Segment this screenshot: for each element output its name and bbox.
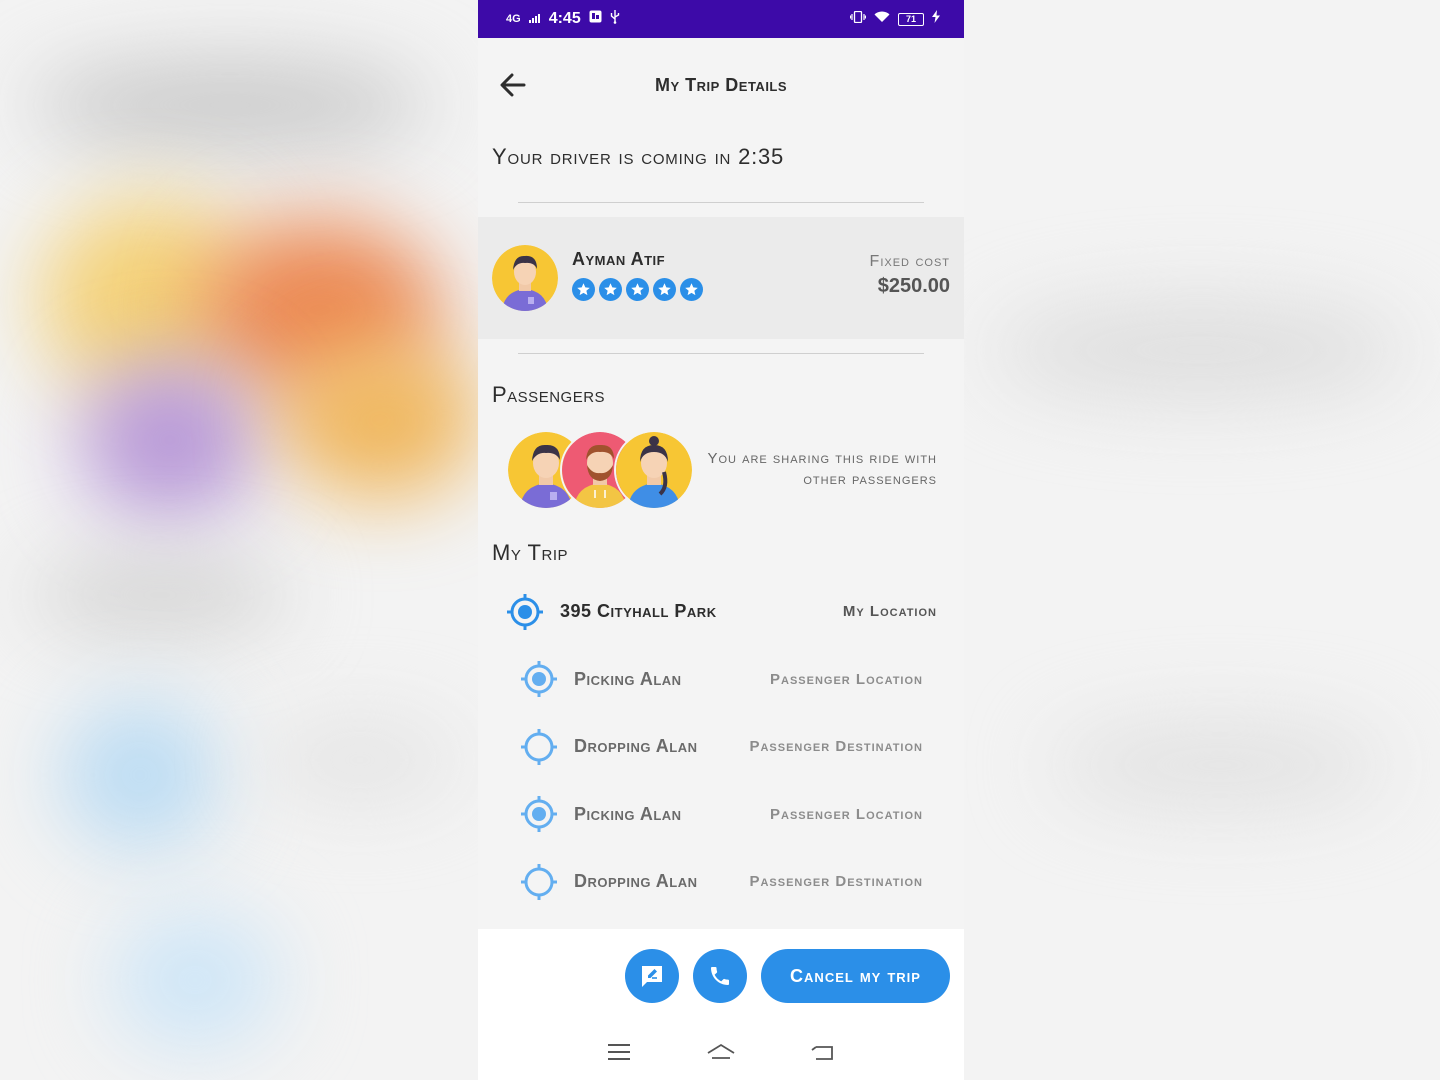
star-icon [599, 278, 622, 301]
passengers-title: Passengers [492, 382, 606, 407]
trip-stop-tag: Passenger Location [770, 805, 923, 823]
signal-icon [528, 10, 541, 28]
trip-stop-tag: My Location [842, 603, 937, 621]
location-target-empty-icon [521, 728, 557, 765]
charging-icon [932, 10, 940, 28]
divider [518, 353, 924, 354]
driver-rating [572, 278, 703, 301]
battery-level: 71 [905, 14, 916, 24]
phone-screen: 4G 4:45 71 My Trip Details Your driver i… [478, 0, 964, 1080]
battery-icon: 71 [898, 12, 924, 26]
trip-stop-tag: Passenger Location [770, 670, 923, 688]
menu-icon[interactable] [604, 1037, 634, 1067]
network-indicator: 4G [506, 13, 521, 25]
trip-stop-place: 395 Cityhall Park [560, 601, 717, 622]
notification-icon [589, 10, 602, 28]
star-icon [626, 278, 649, 301]
home-icon[interactable] [706, 1037, 736, 1067]
message-driver-button[interactable] [625, 949, 679, 1003]
list-item[interactable]: Dropping Alan Passenger Destination [478, 848, 964, 916]
trip-stop-place: Dropping Alan [574, 871, 698, 892]
star-icon [680, 278, 703, 301]
status-time: 4:45 [548, 10, 581, 27]
list-item[interactable]: Picking Alan Passenger Location [478, 781, 964, 849]
trip-stops-list: 395 Cityhall Park My Location Picking Al… [478, 578, 964, 916]
usb-icon [610, 9, 620, 29]
sharing-info-text: You are sharing this ride with other pas… [707, 450, 937, 488]
passengers-row: You are sharing this ride with other pas… [478, 422, 964, 530]
vibrate-icon [849, 10, 867, 28]
trip-stop-place: Picking Alan [574, 803, 682, 824]
location-target-icon [521, 796, 557, 833]
list-item[interactable]: 395 Cityhall Park My Location [478, 578, 964, 646]
trip-stop-place: Picking Alan [574, 668, 682, 689]
my-trip-title: My Trip [492, 540, 568, 565]
call-driver-button[interactable] [693, 949, 747, 1003]
list-item[interactable]: Picking Alan Passenger Location [478, 646, 964, 714]
page-title: My Trip Details [654, 74, 788, 95]
trip-stop-tag: Passenger Destination [749, 738, 923, 756]
system-nav-bar [478, 1037, 964, 1067]
cost-label: Fixed cost [869, 253, 950, 270]
driver-avatar [492, 245, 558, 311]
trip-stop-place: Dropping Alan [574, 736, 698, 757]
list-item[interactable]: Dropping Alan Passenger Destination [478, 713, 964, 781]
status-bar: 4G 4:45 71 [478, 0, 964, 38]
location-target-icon [521, 661, 557, 698]
cost-value: $250.00 [877, 275, 950, 297]
wifi-icon [874, 10, 890, 28]
location-target-empty-icon [521, 863, 557, 900]
driver-eta-text: Your driver is coming in 2:35 [492, 144, 785, 169]
passenger-avatars [506, 430, 696, 512]
bottom-action-bar: Cancel my trip [478, 929, 964, 1080]
driver-name: Ayman Atif [572, 249, 666, 269]
chat-edit-icon [642, 966, 662, 987]
star-icon [572, 278, 595, 301]
location-target-icon [507, 593, 543, 630]
star-icon [653, 278, 676, 301]
back-button[interactable] [496, 68, 530, 102]
arrow-left-icon [500, 73, 526, 97]
trip-cost: Fixed cost $250.00 [870, 253, 950, 298]
cancel-trip-button[interactable]: Cancel my trip [761, 949, 950, 1003]
app-header: My Trip Details [478, 38, 964, 132]
driver-card: Ayman Atif Fixed cost $250.00 [478, 217, 964, 339]
trip-stop-tag: Passenger Destination [749, 873, 923, 891]
back-nav-icon[interactable] [808, 1037, 838, 1067]
phone-icon [711, 967, 729, 985]
divider [518, 202, 924, 203]
avatar [614, 430, 694, 510]
